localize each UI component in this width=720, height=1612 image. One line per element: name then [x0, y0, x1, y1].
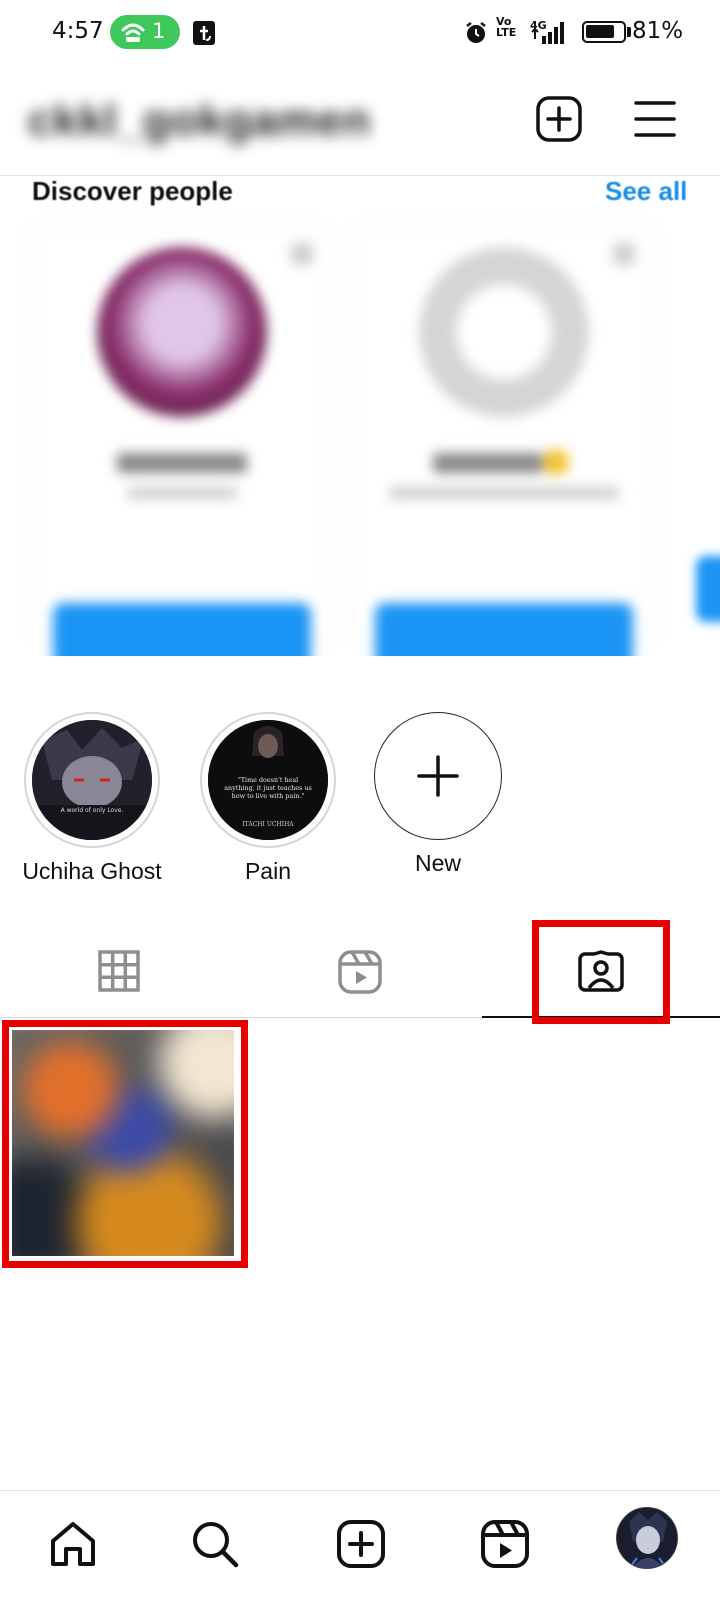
volte-line2: LTE	[496, 26, 517, 39]
highlight-label: Uchiha Ghost	[22, 858, 162, 884]
profile-avatar-art	[617, 1508, 677, 1568]
highlight-cover-caption: A world of only Love.	[61, 807, 124, 814]
profile-header: ckkl_gokgamen	[0, 66, 720, 176]
suggestion-name	[433, 453, 543, 473]
search-icon[interactable]	[190, 1519, 240, 1569]
home-icon[interactable]	[48, 1519, 98, 1569]
highlight-pain[interactable]: "Time doesn't heal anything, it just tea…	[188, 712, 348, 885]
create-icon[interactable]	[336, 1519, 386, 1569]
battery-tip	[627, 27, 631, 37]
highlight-cover-quote: "Time doesn't heal anything, it just tea…	[224, 776, 312, 800]
network-type: 4G	[530, 19, 547, 32]
suggestion-subtitle	[389, 487, 619, 499]
suggestion-card	[30, 224, 332, 656]
reels-icon	[338, 950, 382, 994]
hotspot-count: 1	[152, 19, 166, 43]
app-notification-icon	[193, 21, 215, 45]
bottom-navigation	[0, 1490, 720, 1612]
discover-people-section: Discover people See all	[0, 176, 720, 656]
menu-icon[interactable]	[634, 100, 676, 138]
suggestion-card	[352, 224, 654, 656]
reels-icon[interactable]	[480, 1519, 530, 1569]
next-card-edge	[696, 556, 720, 622]
highlight-cover-art: "Time doesn't heal anything, it just tea…	[208, 720, 328, 840]
new-post-icon[interactable]	[536, 96, 582, 142]
highlight-cover-author: ITACHI UCHIHA	[242, 821, 294, 828]
status-bar: 4:57 1 Vo LTE 4G 81%	[0, 0, 720, 66]
verified-badge	[543, 449, 569, 475]
highlight-ring: "Time doesn't heal anything, it just tea…	[200, 712, 336, 848]
signal-icon: 4G	[530, 19, 564, 44]
suggestion-avatar[interactable]	[419, 247, 589, 417]
dismiss-icon[interactable]	[291, 243, 313, 265]
posts-grid-icon	[98, 950, 140, 992]
discover-people-title: Discover people	[32, 176, 233, 206]
follow-button[interactable]	[375, 603, 633, 656]
hotspot-icon	[121, 23, 145, 42]
status-time: 4:57	[52, 18, 104, 44]
battery-percent: 81%	[632, 18, 684, 44]
alarm-icon	[466, 22, 486, 43]
battery-fill	[586, 25, 614, 38]
highlight-uchiha-ghost[interactable]: A world of only Love. Uchiha Ghost	[12, 712, 172, 885]
suggestion-avatar[interactable]	[97, 247, 267, 417]
new-highlight-circle	[374, 712, 502, 840]
suggestion-name	[117, 453, 247, 473]
highlight-label: Pain	[244, 858, 292, 884]
highlight-new[interactable]: New	[358, 712, 518, 877]
dismiss-icon[interactable]	[613, 243, 635, 265]
battery-icon	[582, 21, 626, 43]
highlight-cover-art: A world of only Love.	[32, 720, 152, 840]
see-all-link[interactable]: See all	[605, 176, 687, 207]
hotspot-indicator: 1	[110, 15, 180, 49]
highlight-cover: A world of only Love.	[32, 720, 152, 840]
tab-reels[interactable]	[240, 910, 480, 1018]
highlight-cover: "Time doesn't heal anything, it just tea…	[208, 720, 328, 840]
follow-button[interactable]	[53, 603, 311, 656]
highlight-box-tagged-post	[2, 1020, 248, 1268]
profile-avatar[interactable]	[616, 1507, 678, 1569]
highlight-label: New	[414, 850, 461, 876]
highlight-box-tagged-tab	[532, 920, 670, 1024]
plus-icon	[417, 755, 459, 797]
tab-posts[interactable]	[0, 910, 240, 1018]
suggestion-subtitle	[127, 487, 237, 499]
volte-indicator: Vo LTE	[496, 16, 516, 38]
profile-username[interactable]: ckkl_gokgamen	[28, 96, 371, 146]
highlight-ring: A world of only Love.	[24, 712, 160, 848]
